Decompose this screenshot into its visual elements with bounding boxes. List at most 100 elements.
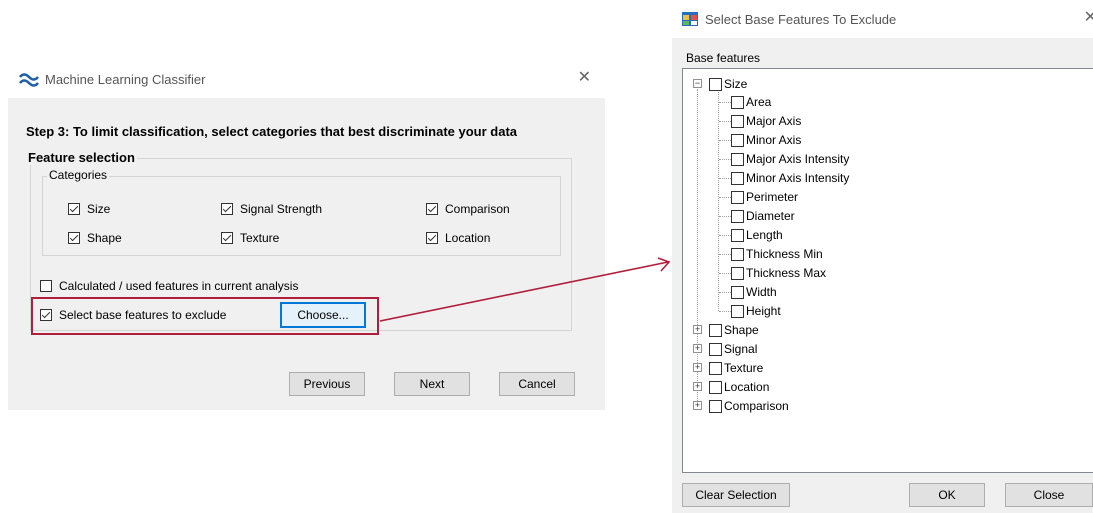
category-signal-strength-checkbox[interactable]: Signal Strength <box>221 202 322 216</box>
checkbox-unchecked-icon <box>731 152 744 166</box>
tree-guide-line <box>719 292 731 293</box>
tree-guide-line <box>719 235 731 236</box>
category-comparison-checkbox[interactable]: Comparison <box>426 202 510 216</box>
feature-selection-label: Feature selection <box>26 150 137 165</box>
close-button[interactable]: Close <box>1005 483 1093 507</box>
category-label: Size <box>87 202 111 216</box>
checkbox-checked-icon <box>68 203 80 215</box>
tree-node-area[interactable]: Area <box>731 93 771 111</box>
tree-node-label: Size <box>724 77 748 91</box>
tree-node-shape[interactable]: Shape <box>709 321 759 339</box>
tree-node-texture[interactable]: Texture <box>709 359 763 377</box>
category-location-checkbox[interactable]: Location <box>426 231 490 245</box>
tree-node-label: Comparison <box>724 399 789 413</box>
checkbox-unchecked-icon <box>40 280 52 292</box>
checkbox-checked-icon <box>426 203 438 215</box>
base-features-tree[interactable]: − Size Area Major Axis Minor Axis Major … <box>682 68 1093 473</box>
checkbox-checked-icon <box>221 203 233 215</box>
tree-node-label: Area <box>746 95 772 109</box>
checkbox-unchecked-icon <box>731 266 744 280</box>
category-size-checkbox[interactable]: Size <box>68 202 110 216</box>
step-instruction: Step 3: To limit classification, select … <box>26 124 518 139</box>
tree-node-label: Diameter <box>746 209 795 223</box>
tree-guide-line <box>697 89 698 405</box>
tree-guide-line <box>718 89 719 311</box>
tree-node-minor-axis-intensity[interactable]: Minor Axis Intensity <box>731 169 849 187</box>
tree-guide-line <box>719 273 731 274</box>
tree-guide-line <box>719 159 731 160</box>
checkbox-unchecked-icon <box>709 361 722 375</box>
tree-node-label: Minor Axis <box>746 133 802 147</box>
checkbox-unchecked-icon <box>731 133 744 147</box>
window-app-icon <box>682 12 698 26</box>
tree-node-length[interactable]: Length <box>731 226 783 244</box>
tree-node-label: Length <box>746 228 783 242</box>
exclude-title: Select Base Features To Exclude <box>705 12 897 27</box>
tree-node-label: Signal <box>724 342 758 356</box>
tree-node-major-axis-intensity[interactable]: Major Axis Intensity <box>731 150 849 168</box>
expand-icon[interactable]: + <box>693 325 702 334</box>
expand-icon[interactable]: + <box>693 344 702 353</box>
tree-node-comparison[interactable]: Comparison <box>709 397 789 415</box>
tree-node-label: Perimeter <box>746 190 799 204</box>
tree-node-label: Thickness Min <box>746 247 823 261</box>
checkbox-unchecked-icon <box>709 323 722 337</box>
tree-guide-line <box>719 216 731 217</box>
ok-button[interactable]: OK <box>909 483 985 507</box>
cancel-button[interactable]: Cancel <box>499 372 575 396</box>
checkbox-unchecked-icon <box>731 190 744 204</box>
collapse-icon[interactable]: − <box>693 79 702 88</box>
checkbox-unchecked-icon <box>709 380 722 394</box>
checkbox-unchecked-icon <box>731 95 744 109</box>
base-features-label: Base features <box>686 51 761 65</box>
category-label: Comparison <box>445 202 510 216</box>
checkbox-checked-icon <box>40 309 52 321</box>
checkbox-checked-icon <box>426 232 438 244</box>
tree-node-size[interactable]: Size <box>709 75 747 93</box>
category-label: Signal Strength <box>240 202 323 216</box>
expand-icon[interactable]: + <box>693 401 702 410</box>
checkbox-unchecked-icon <box>731 304 744 318</box>
category-texture-checkbox[interactable]: Texture <box>221 231 279 245</box>
checkbox-unchecked-icon <box>709 342 722 356</box>
tree-node-label: Location <box>724 380 770 394</box>
tree-node-label: Major Axis <box>746 114 802 128</box>
clear-selection-button[interactable]: Clear Selection <box>682 483 790 507</box>
exclude-dialog: Select Base Features To Exclude ✕ Base f… <box>672 0 1093 513</box>
tree-node-perimeter[interactable]: Perimeter <box>731 188 798 206</box>
category-label: Texture <box>240 231 280 245</box>
previous-button[interactable]: Previous <box>289 372 365 396</box>
next-button[interactable]: Next <box>394 372 470 396</box>
tree-node-label: Minor Axis Intensity <box>746 171 850 185</box>
classifier-close-icon[interactable]: ✕ <box>578 70 591 86</box>
tree-node-height[interactable]: Height <box>731 302 781 320</box>
tree-node-location[interactable]: Location <box>709 378 769 396</box>
checkbox-unchecked-icon <box>731 285 744 299</box>
checkbox-unchecked-icon <box>731 228 744 242</box>
tree-guide-line <box>719 102 731 103</box>
tree-node-signal[interactable]: Signal <box>709 340 757 358</box>
checkbox-unchecked-icon <box>731 247 744 261</box>
tree-node-major-axis[interactable]: Major Axis <box>731 112 801 130</box>
tree-node-minor-axis[interactable]: Minor Axis <box>731 131 801 149</box>
classifier-title: Machine Learning Classifier <box>45 72 206 87</box>
categories-label: Categories <box>47 168 110 182</box>
tree-guide-line <box>719 178 731 179</box>
exclude-close-icon[interactable]: ✕ <box>1084 10 1093 26</box>
tree-node-thickness-max[interactable]: Thickness Max <box>731 264 826 282</box>
calculated-features-checkbox[interactable]: Calculated / used features in current an… <box>40 279 298 293</box>
choose-button[interactable]: Choose... <box>280 302 366 328</box>
category-shape-checkbox[interactable]: Shape <box>68 231 122 245</box>
tree-node-thickness-min[interactable]: Thickness Min <box>731 245 823 263</box>
expand-icon[interactable]: + <box>693 382 702 391</box>
tree-node-label: Shape <box>724 323 759 337</box>
expand-icon[interactable]: + <box>693 363 702 372</box>
tree-node-diameter[interactable]: Diameter <box>731 207 795 225</box>
checkbox-checked-icon <box>221 232 233 244</box>
tree-node-label: Width <box>746 285 777 299</box>
category-label: Shape <box>87 231 122 245</box>
checkbox-unchecked-icon <box>709 399 722 413</box>
exclude-base-features-checkbox[interactable]: Select base features to exclude <box>40 308 226 322</box>
tree-node-width[interactable]: Width <box>731 283 777 301</box>
checkbox-unchecked-icon <box>709 77 722 91</box>
